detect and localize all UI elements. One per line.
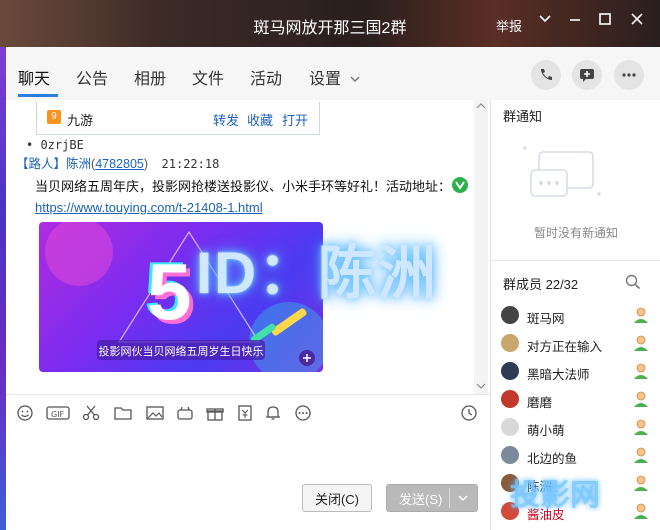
- send-button-label: 发送(S): [399, 491, 443, 507]
- avatar[interactable]: [501, 306, 519, 324]
- scissors-icon[interactable]: [82, 405, 100, 421]
- bell-icon[interactable]: [264, 405, 282, 421]
- id-overlay-text: ID：陈洲: [196, 241, 439, 306]
- member-item[interactable]: 北边的鱼: [501, 442, 651, 468]
- member-role-icon: [634, 391, 648, 407]
- members-title: 群成员 22/32: [503, 277, 579, 292]
- member-name: 萌小萌: [527, 424, 565, 438]
- more-options-button[interactable]: [614, 60, 644, 90]
- window-title: 斑马网放开那三国2群: [253, 20, 407, 37]
- scroll-up-icon[interactable]: [476, 102, 486, 110]
- avatar[interactable]: [501, 418, 519, 436]
- share-open-link[interactable]: 打开: [282, 110, 308, 129]
- tab-album[interactable]: 相册: [134, 65, 166, 89]
- svg-text:GIF: GIF: [51, 410, 65, 419]
- maximize-icon[interactable]: [594, 12, 616, 30]
- chat-scrollbar[interactable]: [474, 100, 488, 394]
- share-app-name: 九游: [67, 113, 94, 128]
- avatar[interactable]: [501, 446, 519, 464]
- message-input-area[interactable]: 关闭(C) 发送(S): [6, 430, 490, 530]
- previous-message-line: • 0zrjBE: [26, 138, 84, 152]
- close-button[interactable]: 关闭(C): [302, 484, 372, 512]
- member-role-icon: [634, 307, 648, 323]
- member-name: 对方正在输入: [527, 340, 603, 354]
- share-forward-link[interactable]: 转发: [213, 110, 239, 129]
- verified-shield-icon: [452, 177, 468, 193]
- member-role-icon: [634, 335, 648, 351]
- member-item[interactable]: 磨磨: [501, 386, 651, 412]
- avatar[interactable]: [501, 362, 519, 380]
- send-button[interactable]: 发送(S): [386, 484, 478, 512]
- avatar[interactable]: [501, 334, 519, 352]
- notice-title: 群通知: [503, 109, 543, 124]
- member-name: 北边的鱼: [527, 452, 578, 466]
- watermark-logo: 投影网: [510, 479, 600, 512]
- empty-notice-icon: [523, 146, 601, 197]
- tab-settings-label: 设置: [309, 71, 342, 88]
- game-icon[interactable]: [176, 405, 194, 421]
- folder-icon[interactable]: [114, 405, 132, 421]
- member-item[interactable]: 黑暗大法师: [501, 358, 651, 384]
- chevron-down-icon: [350, 76, 360, 82]
- active-tab-indicator: [18, 94, 58, 97]
- empty-notice-text: 暂时没有新通知: [533, 226, 618, 240]
- message-text: 当贝网络五周年庆，投影网抢楼送投影仪、小米手环等好礼！活动地址：: [35, 179, 452, 194]
- chevron-down-icon[interactable]: [457, 494, 469, 502]
- tab-announcement[interactable]: 公告: [76, 65, 108, 89]
- panel-divider: [491, 260, 660, 261]
- sender-id[interactable]: 4782805: [95, 157, 144, 171]
- activity-url-link[interactable]: https://www.touying.com/t-21408-1.html: [35, 200, 263, 215]
- member-role-icon: [634, 419, 648, 435]
- member-name: 斑马网: [527, 312, 565, 326]
- member-item[interactable]: 斑马网: [501, 302, 651, 328]
- send-divider: [449, 488, 450, 508]
- member-role-icon: [634, 475, 648, 491]
- member-role-icon: [634, 363, 648, 379]
- share-card: 9 九游 转发 收藏 打开: [36, 102, 320, 135]
- tab-settings[interactable]: 设置: [309, 65, 361, 89]
- tab-files[interactable]: 文件: [192, 65, 224, 89]
- tab-activity[interactable]: 活动: [250, 65, 282, 89]
- jiuyou-app-icon: 9: [47, 110, 61, 124]
- sender-tag: 【路人】: [16, 157, 67, 171]
- member-role-icon: [634, 447, 648, 463]
- banner-caption: 投影网伙当贝网络五周岁生日快乐: [98, 346, 264, 358]
- avatar[interactable]: [501, 390, 519, 408]
- tab-chat[interactable]: 聊天: [18, 65, 50, 89]
- banner-number: 5: [147, 247, 192, 336]
- more-tools-icon[interactable]: [294, 405, 312, 421]
- tab-bar: 聊天 公告 相册 文件 活动 设置: [6, 47, 660, 101]
- emoji-icon[interactable]: [16, 405, 34, 421]
- gif-icon[interactable]: GIF: [46, 405, 70, 421]
- phone-call-button[interactable]: [531, 60, 561, 90]
- member-name: 磨磨: [527, 396, 553, 410]
- member-name: 黑暗大法师: [527, 368, 590, 382]
- red-packet-icon[interactable]: [236, 405, 254, 421]
- more-icon: [622, 73, 636, 77]
- sender-name[interactable]: 陈洲: [66, 157, 91, 171]
- chevron-down-icon[interactable]: [534, 12, 556, 30]
- member-role-icon: [634, 503, 648, 519]
- input-toolbar: GIF: [6, 394, 490, 431]
- history-clock-icon[interactable]: [460, 405, 478, 421]
- add-message-icon: [580, 69, 594, 82]
- close-icon[interactable]: [626, 12, 648, 30]
- search-icon[interactable]: [625, 274, 641, 290]
- minimize-icon[interactable]: [564, 12, 586, 30]
- phone-icon: [541, 69, 552, 80]
- report-link[interactable]: 举报: [496, 16, 522, 35]
- message-time: 21:22:18: [161, 157, 220, 171]
- gift-icon[interactable]: [206, 405, 224, 421]
- title-bar: 斑马网放开那三国2群 举报: [0, 0, 660, 47]
- add-app-button[interactable]: [572, 60, 602, 90]
- share-favorite-link[interactable]: 收藏: [247, 110, 273, 129]
- member-item[interactable]: 萌小萌: [501, 414, 651, 440]
- right-side-panel: 群通知 暂时没有新通知 群成员 22/32 斑马网对方正在输入 黑暗大法师磨磨萌小…: [490, 100, 660, 530]
- scroll-down-icon[interactable]: [476, 382, 486, 390]
- chat-message-area[interactable]: 9 九游 转发 收藏 打开 • 0zrjBE 【路人】陈洲(4782805) 2…: [6, 100, 490, 394]
- member-item[interactable]: 对方正在输入: [501, 330, 651, 356]
- image-icon[interactable]: [146, 405, 164, 421]
- message-header: 【路人】陈洲(4782805) 21:22:18: [16, 157, 220, 171]
